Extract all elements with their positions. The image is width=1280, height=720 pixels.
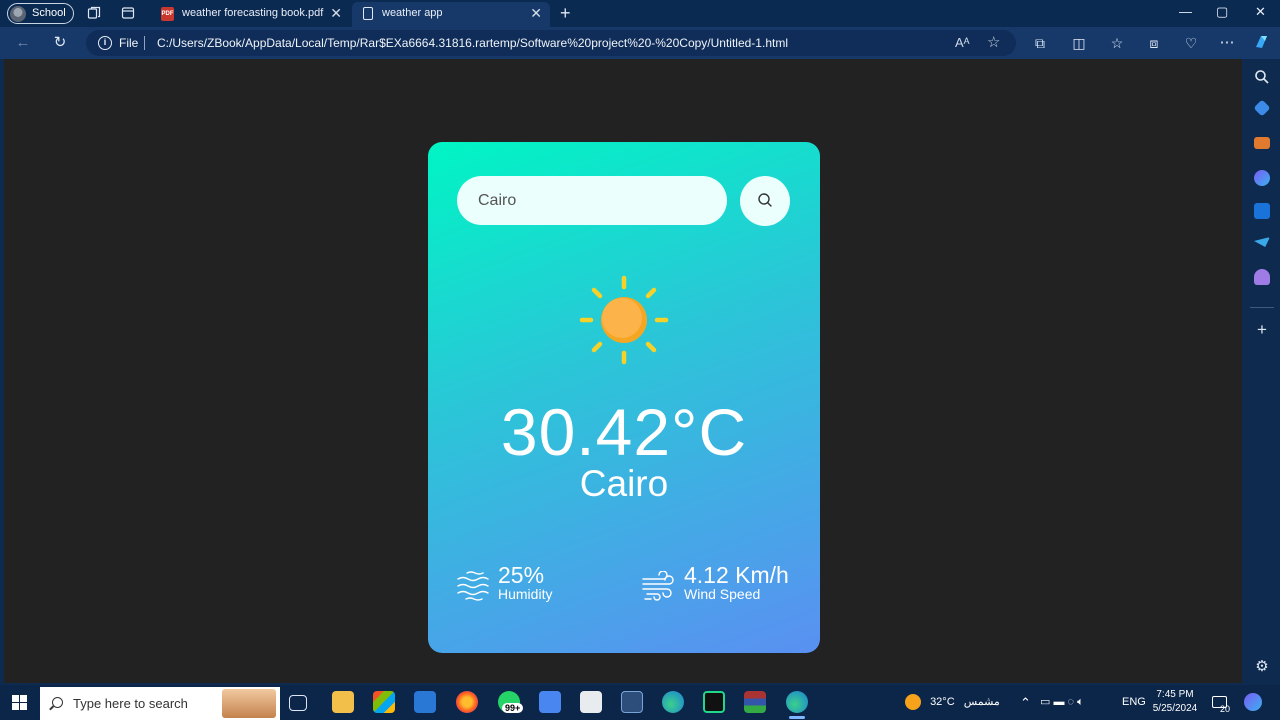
search-icon (52, 697, 63, 708)
taskbar-weather-condition: مشمس (963, 696, 1000, 708)
close-tab-icon[interactable]: ✕ (330, 2, 342, 25)
minimize-icon[interactable]: — (1179, 4, 1192, 19)
task-view-icon[interactable] (289, 695, 307, 711)
wind-icon (642, 571, 674, 601)
tab-actions-icon[interactable] (120, 5, 136, 21)
profile-button[interactable]: School (7, 3, 74, 24)
favorites-icon[interactable]: ☆ (1107, 33, 1127, 53)
copilot-icon[interactable] (1252, 33, 1272, 53)
taskbar-temperature: 32°C (930, 696, 955, 708)
outlook-icon[interactable] (1254, 203, 1270, 219)
translate-icon[interactable] (539, 691, 561, 713)
whatsapp-unread-badge: 99+ (502, 703, 524, 713)
info-icon[interactable]: i (98, 36, 112, 50)
system-tray-icons[interactable]: ▭ ▬ ◌ 🔈︎ (1040, 685, 1084, 720)
document-icon (363, 7, 373, 20)
clock-time: 7:45 PM (1156, 689, 1194, 700)
edge-sidebar: + ⚙ (1244, 59, 1280, 685)
search-button[interactable] (740, 176, 790, 226)
clock-date: 5/25/2024 (1152, 703, 1198, 714)
address-bar[interactable]: i File C:/Users/ZBook/AppData/Local/Temp… (86, 30, 1016, 56)
taskbar-search-placeholder: Type here to search (73, 696, 188, 711)
snipping-tool-icon[interactable] (621, 691, 643, 713)
tab-label: weather forecasting book.pdf (182, 7, 324, 19)
city-search-input[interactable] (457, 176, 727, 225)
taskbar-copilot-icon[interactable] (1244, 693, 1262, 711)
read-aloud-icon[interactable]: Aᴬ (955, 30, 970, 56)
sun-icon (579, 275, 669, 365)
tools-briefcase-icon[interactable] (1254, 137, 1270, 149)
games-icon[interactable] (1254, 269, 1270, 285)
tab-label: weather app (382, 7, 443, 19)
mail-icon[interactable] (414, 691, 436, 713)
file-explorer-icon[interactable] (332, 691, 354, 713)
add-sidebar-icon[interactable]: + (1254, 321, 1270, 338)
search-highlight-image (222, 689, 276, 718)
weather-sun-icon (905, 694, 921, 711)
address-scheme: File (119, 36, 139, 50)
winrar-icon[interactable] (744, 691, 766, 713)
notifications-icon[interactable] (1212, 685, 1227, 720)
pycharm-icon[interactable] (703, 691, 725, 713)
tab-weather-app[interactable]: weather app ✕ (352, 2, 550, 27)
firefox-icon[interactable] (456, 691, 478, 713)
humidity-label: Humidity (498, 586, 553, 602)
start-button[interactable] (12, 695, 27, 710)
show-hidden-icons-chevron-icon[interactable]: ⌃ (1020, 685, 1031, 720)
copilot-sidebar-icon[interactable] (1254, 170, 1270, 186)
send-icon[interactable] (1254, 237, 1270, 247)
maximize-icon[interactable]: ▢ (1216, 4, 1228, 20)
wind-value: 4.12 Km/h (684, 562, 789, 588)
more-options-icon[interactable]: ⋯ (1217, 33, 1237, 53)
clock[interactable]: 7:45 PM 5/25/2024 (1145, 688, 1205, 716)
address-divider (144, 36, 145, 50)
pdf-icon: PDF (161, 7, 174, 21)
avatar (10, 6, 26, 22)
weather-widget[interactable]: 32°C مشمس (905, 685, 1000, 720)
wind-label: Wind Speed (684, 586, 761, 602)
sidebar-settings-icon[interactable]: ⚙ (1254, 659, 1270, 675)
edge-active-icon[interactable] (786, 691, 808, 719)
browser-essentials-icon[interactable]: ♡ (1181, 33, 1201, 53)
navigation-bar: ← ↻ i File C:/Users/ZBook/AppData/Local/… (0, 27, 1280, 59)
sidebar-search-icon[interactable] (1254, 69, 1270, 85)
collections-icon[interactable]: ⧈ (1144, 33, 1164, 53)
shopping-tag-icon[interactable] (1253, 99, 1271, 117)
notifications-count: 20 (1220, 704, 1231, 714)
address-url[interactable]: C:/Users/ZBook/AppData/Local/Temp/Rar$EX… (157, 30, 788, 56)
taskbar-search-box[interactable]: Type here to search (40, 687, 280, 720)
humidity-value: 25% (498, 562, 545, 588)
new-tab-button[interactable]: + (560, 3, 571, 24)
edge-icon[interactable] (662, 691, 684, 713)
back-icon[interactable]: ← (13, 33, 33, 53)
paint-icon[interactable] (580, 691, 602, 713)
temperature: 30.42°C (500, 395, 748, 469)
extensions-icon[interactable]: ⧉ (1030, 33, 1050, 53)
tab-pdf[interactable]: PDF weather forecasting book.pdf ✕ (152, 2, 350, 27)
close-window-icon[interactable]: ✕ (1255, 4, 1266, 20)
humidity-icon (457, 571, 489, 601)
sidebar-divider (1250, 307, 1274, 308)
page-viewport: 30.42°C Cairo 25% Humidity (4, 59, 1242, 683)
close-tab-icon[interactable]: ✕ (530, 2, 542, 25)
search-icon (758, 193, 772, 207)
language-indicator[interactable]: ENG (1122, 685, 1146, 720)
weather-card: 30.42°C Cairo 25% Humidity (428, 142, 820, 653)
workspaces-icon[interactable] (86, 5, 102, 21)
favorite-star-icon[interactable]: ☆ (987, 30, 1000, 56)
split-screen-icon[interactable]: ◫ (1069, 33, 1089, 53)
browser-title-bar: School PDF weather forecasting book.pdf … (0, 0, 1280, 27)
microsoft-store-icon[interactable] (373, 691, 395, 713)
city-name: Cairo (579, 463, 669, 504)
windows-taskbar: Type here to search 32°C مشمس ⌃ ▭ ▬ ◌ 🔈︎… (0, 685, 1280, 720)
profile-label: School (32, 7, 66, 19)
refresh-icon[interactable]: ↻ (50, 33, 70, 53)
